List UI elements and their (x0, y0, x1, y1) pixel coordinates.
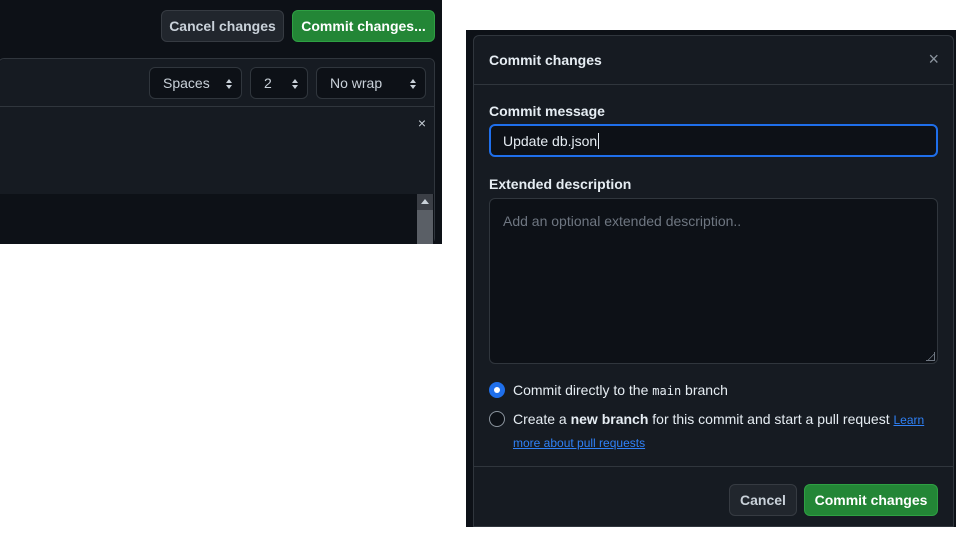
scroll-up-icon[interactable] (417, 194, 433, 210)
cancel-changes-button[interactable]: Cancel changes (161, 10, 284, 42)
branch-name: main (652, 384, 682, 398)
new-branch-radio[interactable] (489, 411, 505, 427)
new-branch-prefix: Create a (513, 411, 571, 427)
indent-mode-select[interactable]: Spaces (149, 67, 242, 99)
select-caret-icon (410, 79, 416, 89)
cancel-button[interactable]: Cancel (729, 484, 797, 516)
indent-size-value: 2 (264, 75, 272, 91)
dialog-title: Commit changes (489, 52, 602, 68)
new-branch-bold: new branch (570, 411, 649, 427)
close-icon[interactable]: × (928, 50, 939, 68)
editor-settings-bar: Spaces 2 No wrap (0, 59, 434, 107)
new-branch-suffix: for this commit and start a pull request (648, 411, 894, 427)
extended-description-label: Extended description (489, 176, 632, 192)
code-editor-area[interactable] (0, 194, 434, 244)
dialog-footer: Cancel Commit changes (474, 466, 953, 528)
commit-direct-label[interactable]: Commit directly to the main branch (513, 379, 728, 402)
select-caret-icon (226, 79, 232, 89)
commit-changes-dialog: Commit changes × Commit message Update d… (473, 35, 954, 527)
wrap-mode-select[interactable]: No wrap (316, 67, 426, 99)
close-icon[interactable]: × (418, 115, 426, 131)
resize-handle-icon[interactable] (926, 352, 935, 361)
extended-description-textarea[interactable]: Add an optional extended description.. (489, 198, 938, 364)
editor-notice-banner: × (0, 107, 434, 194)
commit-direct-suffix: branch (681, 382, 728, 398)
scrollbar-thumb[interactable] (417, 210, 433, 244)
dialog-header: Commit changes × (474, 36, 953, 85)
commit-message-input[interactable]: Update db.json (489, 124, 938, 157)
commit-changes-open-button[interactable]: Commit changes... (292, 10, 435, 42)
commit-direct-radio[interactable] (489, 382, 505, 398)
text-cursor (598, 132, 600, 149)
indent-mode-value: Spaces (163, 75, 210, 91)
commit-changes-button[interactable]: Commit changes (804, 484, 938, 516)
file-editor-background: Cancel changes Commit changes... Spaces … (0, 0, 442, 244)
commit-message-label: Commit message (489, 103, 605, 119)
editor-toolbar: Cancel changes Commit changes... (0, 0, 442, 52)
commit-direct-prefix: Commit directly to the (513, 382, 653, 398)
new-branch-label[interactable]: Create a new branch for this commit and … (513, 408, 933, 454)
commit-message-value: Update db.json (503, 132, 598, 149)
description-placeholder: Add an optional extended description.. (503, 213, 742, 229)
wrap-mode-value: No wrap (330, 75, 383, 91)
indent-size-select[interactable]: 2 (250, 67, 308, 99)
editor-panel: Spaces 2 No wrap × (0, 58, 435, 244)
select-caret-icon (292, 79, 298, 89)
